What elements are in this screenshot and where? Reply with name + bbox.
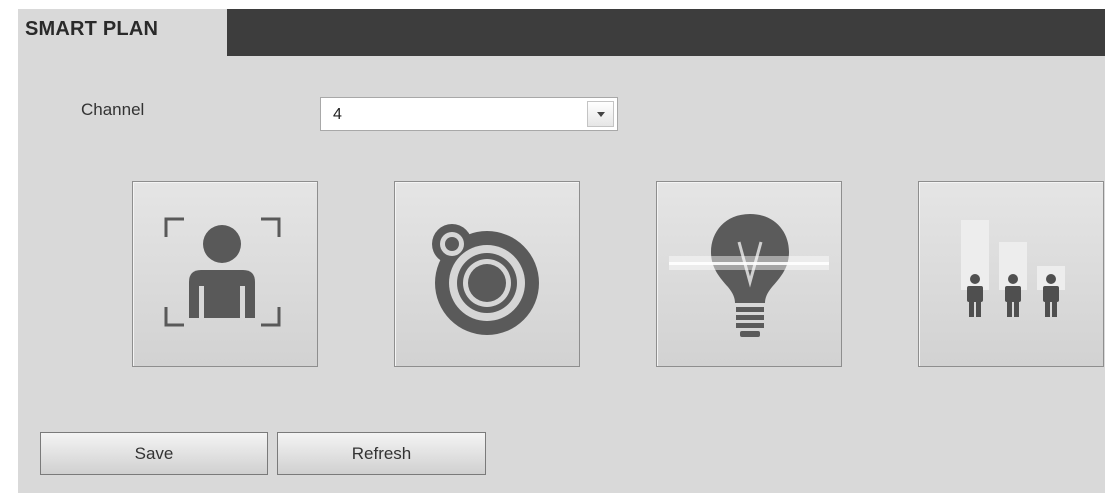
plan-tile-heat-map[interactable]	[394, 181, 580, 367]
smart-plan-panel: SMART PLAN Channel 4 Save Refresh	[18, 9, 1105, 493]
people-counting-icon	[961, 220, 1065, 317]
channel-select[interactable]: 4	[320, 97, 618, 131]
header-bar-fill	[227, 9, 1105, 56]
plan-tile-people-counting[interactable]	[918, 181, 1104, 367]
tab-smart-plan[interactable]: SMART PLAN	[18, 9, 227, 56]
save-button[interactable]: Save	[40, 432, 268, 475]
refresh-button[interactable]: Refresh	[277, 432, 486, 475]
face-detection-icon	[164, 217, 281, 327]
plan-tile-smart-light[interactable]	[656, 181, 842, 367]
header-bar: SMART PLAN	[18, 9, 1105, 56]
chevron-down-icon[interactable]	[587, 101, 614, 127]
heat-map-icon	[432, 224, 539, 335]
plan-tile-face-detection[interactable]	[132, 181, 318, 367]
smart-light-line-crossing-icon	[669, 214, 829, 337]
channel-label: Channel	[81, 100, 145, 119]
channel-select-value: 4	[333, 106, 342, 123]
tab-smart-plan-label: SMART PLAN	[25, 18, 159, 40]
